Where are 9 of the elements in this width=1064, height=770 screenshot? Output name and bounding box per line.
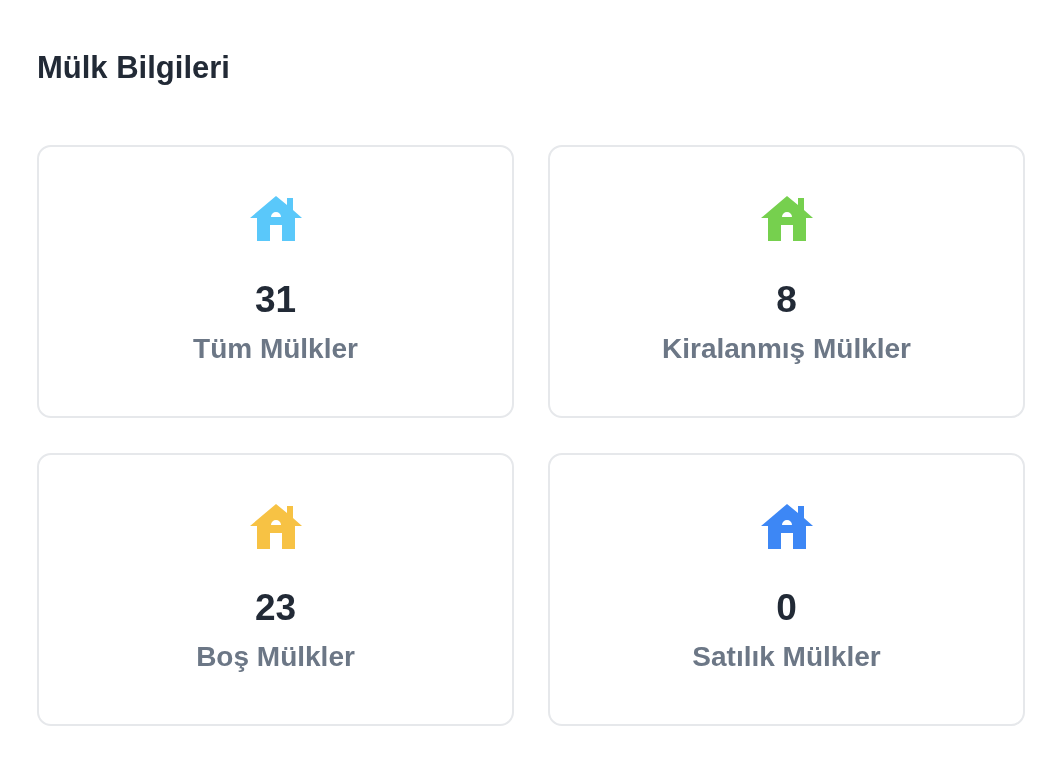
stat-value: 23 [254,587,297,629]
stat-label: Tüm Mülkler [193,332,358,366]
stat-value: 0 [776,587,797,629]
stat-label: Kiralanmış Mülkler [662,332,911,366]
stat-label: Satılık Mülkler [692,640,881,674]
stat-value: 8 [776,279,797,321]
stat-label: Boş Mülkler [196,640,355,674]
section-title: Mülk Bilgileri [37,49,230,87]
stat-value: 31 [254,279,297,321]
